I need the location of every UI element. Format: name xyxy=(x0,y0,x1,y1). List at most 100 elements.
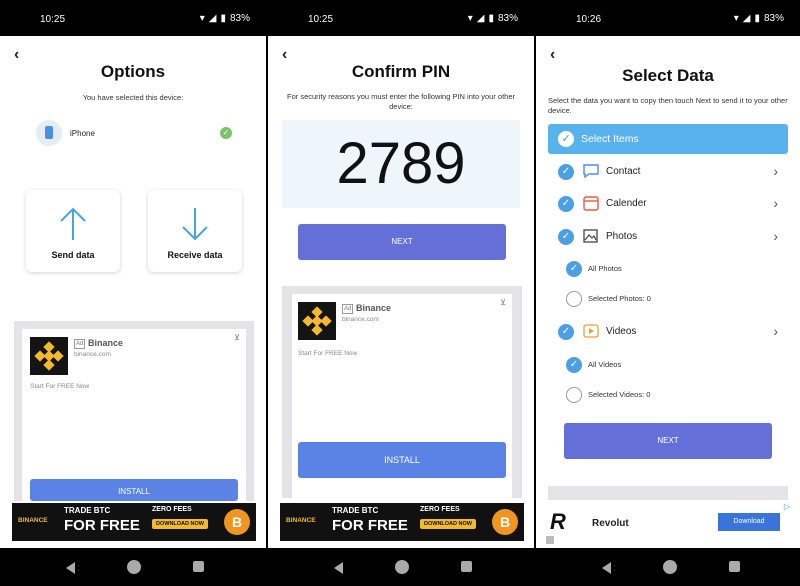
banner-download-button[interactable]: DOWNLOAD NOW xyxy=(152,519,208,529)
select-data-content: ‹ Select Data Select the data you want t… xyxy=(536,36,800,548)
signal-icon: ◢ xyxy=(476,13,485,24)
chevron-right-icon[interactable]: › xyxy=(773,163,778,179)
photos-checkbox[interactable]: ✓ xyxy=(558,229,574,245)
all-photos-radio[interactable]: ✓ xyxy=(566,261,582,277)
page-subtitle: For security reasons you must enter the … xyxy=(286,92,516,111)
nav-home-icon[interactable] xyxy=(663,560,677,574)
phone-icon xyxy=(36,120,62,146)
battery-icon: ▮ xyxy=(754,13,760,24)
select-items-label: Select Items xyxy=(581,133,639,145)
category-contact-row[interactable]: ✓ Contact › xyxy=(536,160,800,184)
confirm-pin-screen: 10:25 ▾ ◢ ▮ 83% ‹ Confirm PIN For securi… xyxy=(268,0,534,586)
pin-display: 2789 xyxy=(282,120,520,208)
bitcoin-coin-icon: B xyxy=(492,509,518,535)
ad-card[interactable]: Ad Binance binance.com Start For FREE No… xyxy=(22,329,246,501)
select-data-screen: 10:26 ▾ ◢ ▮ 83% ‹ Select Data Select the… xyxy=(536,0,800,586)
ad-domain: binance.com xyxy=(74,351,111,358)
selected-photos-radio[interactable] xyxy=(566,291,582,307)
binance-banner-ad[interactable]: BINANCE TRADE BTC FOR FREE ZERO FEES DOW… xyxy=(280,503,524,541)
banner-zero-fees: ZERO FEES xyxy=(420,506,460,513)
next-button[interactable]: NEXT xyxy=(564,423,772,459)
nav-recent-icon[interactable] xyxy=(461,561,472,572)
calender-label: Calender xyxy=(606,198,647,209)
category-calender-row[interactable]: ✓ Calender › xyxy=(536,192,800,216)
wifi-icon: ▾ xyxy=(733,13,739,24)
battery-icon: ▮ xyxy=(220,13,226,24)
calender-checkbox[interactable]: ✓ xyxy=(558,196,574,212)
selected-videos-label: Selected Videos: 0 xyxy=(588,390,651,399)
contact-checkbox[interactable]: ✓ xyxy=(558,164,574,180)
binance-banner-ad[interactable]: BINANCE TRADE BTC FOR FREE ZERO FEES DOW… xyxy=(12,503,256,541)
all-photos-row[interactable]: ✓ All Photos xyxy=(536,257,800,281)
ad-badge: Ad xyxy=(74,339,86,349)
binance-logo-icon xyxy=(298,302,336,340)
all-photos-label: All Photos xyxy=(588,264,622,273)
signal-icon: ◢ xyxy=(742,13,751,24)
image-icon xyxy=(583,229,598,243)
status-bar: 10:25 ▾ ◢ ▮ 83% xyxy=(0,0,266,36)
close-ad-icon[interactable] xyxy=(546,536,554,544)
pin-code: 2789 xyxy=(336,131,466,196)
banner-zero-fees: ZERO FEES xyxy=(152,506,192,513)
all-videos-label: All Videos xyxy=(588,360,622,369)
banner-free: FOR FREE xyxy=(332,517,408,534)
banner-download-button[interactable]: DOWNLOAD NOW xyxy=(420,519,476,529)
page-title: Options xyxy=(100,62,166,81)
category-photos-row[interactable]: ✓ Photos › xyxy=(536,225,800,249)
nav-back-icon[interactable] xyxy=(66,562,75,574)
all-videos-radio[interactable]: ✓ xyxy=(566,357,582,373)
ad-advertiser-name: Binance xyxy=(88,338,124,348)
battery-level: 83% xyxy=(229,13,250,24)
status-bar: 10:25 ▾ ◢ ▮ 83% xyxy=(268,0,534,36)
binance-logo-icon xyxy=(30,337,68,375)
ad-card[interactable]: Ad Binance binance.com Start For FREE No… xyxy=(292,294,512,498)
nav-bar xyxy=(0,548,266,586)
nav-bar xyxy=(536,548,800,586)
banner-trade: TRADE BTC xyxy=(332,506,379,515)
send-data-label: Send data xyxy=(51,250,95,260)
category-videos-row[interactable]: ✓ Videos › xyxy=(536,320,800,344)
confirm-pin-content: ‹ Confirm PIN For security reasons you m… xyxy=(268,36,534,548)
install-button[interactable]: INSTALL xyxy=(298,442,506,478)
receive-data-button[interactable]: Receive data xyxy=(148,190,242,272)
revolut-download-button[interactable]: Download xyxy=(718,513,780,531)
contact-label: Contact xyxy=(606,166,641,177)
banner-brand: BINANCE xyxy=(18,517,48,524)
chevron-right-icon[interactable]: › xyxy=(773,323,778,339)
video-icon xyxy=(583,324,599,338)
status-icons: ▾ ◢ ▮ 83% xyxy=(200,13,250,24)
nav-back-icon[interactable] xyxy=(334,562,343,574)
page-title: Confirm PIN xyxy=(351,62,451,81)
next-button[interactable]: NEXT xyxy=(298,224,506,260)
ad-domain: binance.com xyxy=(342,316,379,323)
videos-checkbox[interactable]: ✓ xyxy=(558,324,574,340)
chevron-right-icon[interactable]: › xyxy=(773,228,778,244)
ad-container: Ad Binance binance.com Start For FREE No… xyxy=(282,286,522,498)
selected-photos-label: Selected Photos: 0 xyxy=(588,294,651,303)
back-arrow-icon[interactable]: ‹ xyxy=(550,46,555,64)
nav-recent-icon[interactable] xyxy=(193,561,204,572)
all-videos-row[interactable]: ✓ All Videos xyxy=(536,353,800,377)
chevron-right-icon[interactable]: › xyxy=(773,195,778,211)
nav-bar xyxy=(268,548,534,586)
banner-brand: BINANCE xyxy=(286,517,316,524)
ad-divider xyxy=(548,486,788,500)
revolut-banner-ad[interactable]: R Revolut Download ▷ xyxy=(536,500,800,548)
ad-advertiser-name: Binance xyxy=(356,303,392,313)
nav-back-icon[interactable] xyxy=(602,562,611,574)
nav-home-icon[interactable] xyxy=(395,560,409,574)
options-content: ‹ Options You have selected this device:… xyxy=(0,36,266,548)
selected-videos-radio[interactable] xyxy=(566,387,582,403)
send-data-button[interactable]: Send data xyxy=(26,190,120,272)
nav-recent-icon[interactable] xyxy=(729,561,740,572)
ad-choices-icon[interactable]: ▷ xyxy=(784,502,790,511)
ad-choices-icon[interactable]: ⊻ xyxy=(234,333,240,342)
selected-device-row: iPhone ✓ xyxy=(36,120,236,148)
ad-choices-icon[interactable]: ⊻ xyxy=(500,298,506,307)
selected-videos-row[interactable]: Selected Videos: 0 xyxy=(536,383,800,407)
install-button[interactable]: INSTALL xyxy=(30,479,238,501)
nav-home-icon[interactable] xyxy=(127,560,141,574)
ad-container: Ad Binance binance.com Start For FREE No… xyxy=(14,321,254,501)
select-items-header[interactable]: ✓ Select Items xyxy=(548,124,788,154)
selected-photos-row[interactable]: Selected Photos: 0 xyxy=(536,287,800,311)
